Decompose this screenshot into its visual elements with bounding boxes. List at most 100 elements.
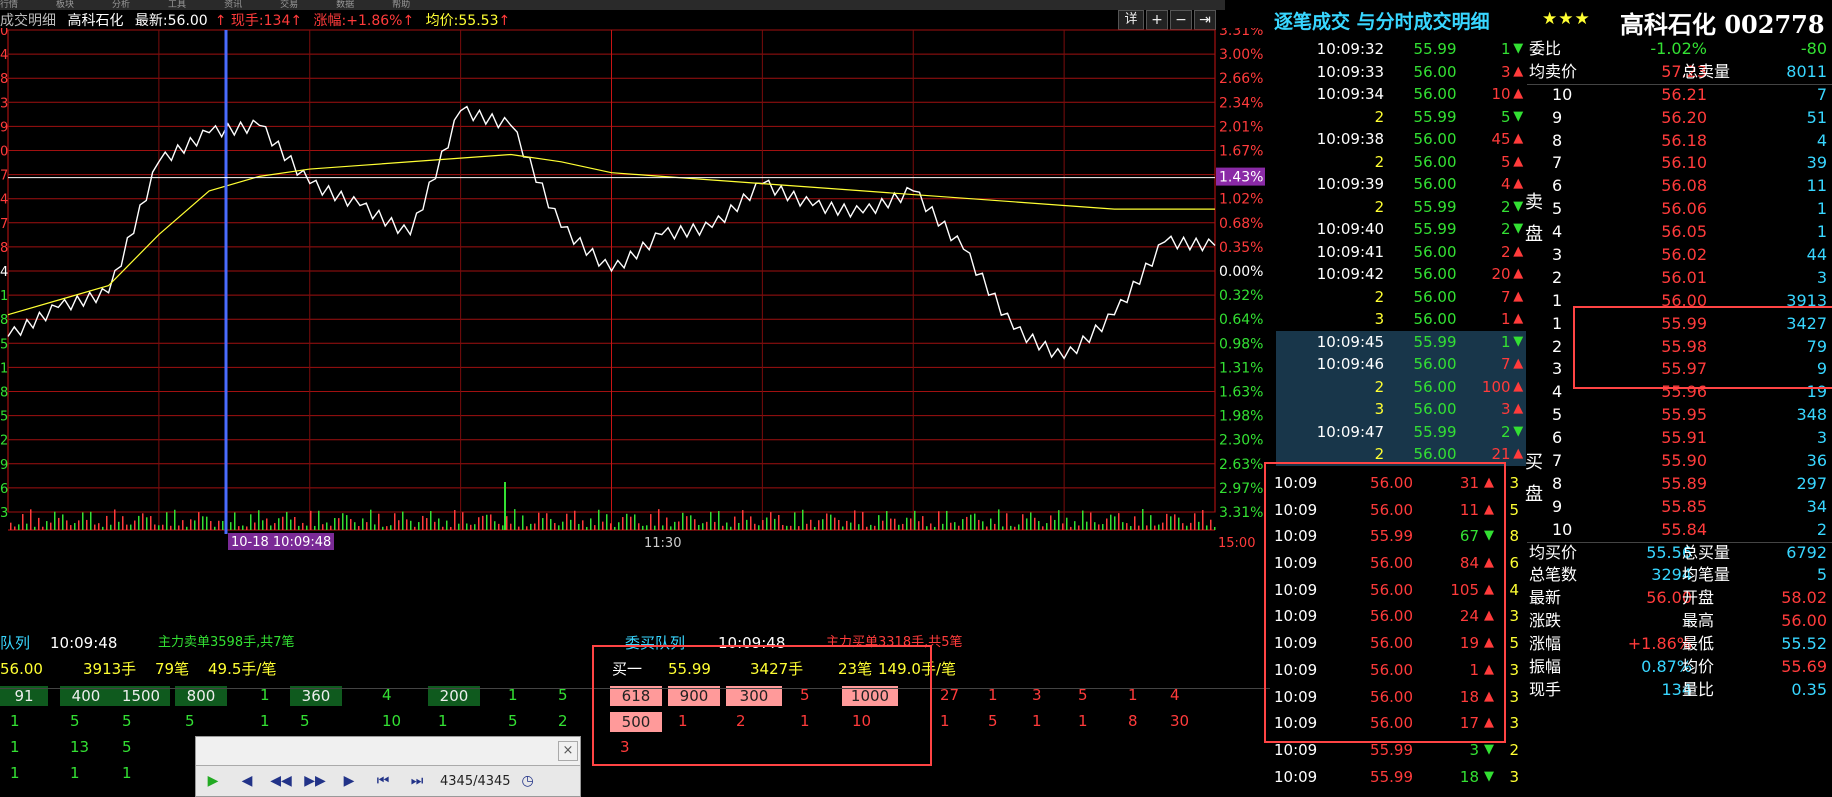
change-value: +1.86% bbox=[346, 13, 403, 29]
tick-list[interactable]: 10:09:32 55.99 1 ▼ 10:09:33 56.00 3 ▲ 10:09:34 56… bbox=[1276, 38, 1526, 466]
sell-queue-cell: 2 bbox=[558, 712, 568, 730]
zoom-in-icon[interactable]: + bbox=[1146, 10, 1168, 30]
tick-row[interactable]: 2 56.00 100 ▲ bbox=[1276, 375, 1526, 398]
tick-row[interactable]: 10:09:45 55.99 1 ▼ bbox=[1276, 330, 1526, 353]
pct-tick-label: 3.31% bbox=[1219, 505, 1263, 521]
rewind-icon[interactable]: ◀◀ bbox=[264, 773, 298, 789]
volume-bar bbox=[1162, 522, 1164, 530]
orderbook-row: 6 56.08 11 bbox=[1527, 175, 1832, 198]
tick-row[interactable]: 10:09:34 56.00 10 ▲ bbox=[1276, 83, 1526, 106]
play-icon[interactable]: ▶ bbox=[196, 773, 230, 789]
tick-row[interactable]: 2 56.00 7 ▲ bbox=[1276, 286, 1526, 309]
detail-button[interactable]: 详 bbox=[1118, 10, 1144, 30]
up-arrow-icon: ↑ bbox=[214, 13, 227, 29]
volume-bar bbox=[1146, 525, 1148, 530]
tick-row[interactable]: 10:09:40 55.99 2 ▼ bbox=[1276, 218, 1526, 241]
menu-item[interactable]: 资讯 bbox=[224, 0, 242, 10]
close-icon[interactable]: × bbox=[558, 741, 578, 761]
intraday-chart[interactable]: 3.31% 3.00% 2.66% 2.34% 2.01% 1.67% 1.43% 1.02%… bbox=[0, 28, 1272, 630]
tick-time: 2 bbox=[1374, 197, 1385, 216]
expand-icon[interactable]: ⇥ bbox=[1194, 10, 1216, 30]
last-frame-icon[interactable]: ⏭ bbox=[400, 773, 434, 789]
tick-row[interactable]: 10:09:41 56.00 2 ▲ bbox=[1276, 241, 1526, 264]
stat-value: - bbox=[1686, 611, 1692, 631]
orderbook-row: 7 56.10 39 bbox=[1527, 152, 1832, 175]
tick-row[interactable]: 10:09:39 56.00 4 ▲ bbox=[1276, 173, 1526, 196]
tick-row[interactable]: 10:09:32 55.99 1 ▼ bbox=[1276, 38, 1526, 61]
volume-bar bbox=[586, 526, 588, 530]
menu-item[interactable]: 板块 bbox=[56, 0, 74, 10]
tick-row[interactable]: 10:09:42 56.00 20 ▲ bbox=[1276, 263, 1526, 286]
tick-row[interactable]: 10:09:38 56.00 45 ▲ bbox=[1276, 128, 1526, 151]
weibi-diff: -80 bbox=[1800, 39, 1827, 58]
tick-row[interactable]: 10:09:47 55.99 2 ▼ bbox=[1276, 420, 1526, 443]
volume-bar bbox=[1194, 513, 1196, 530]
menu-item[interactable]: 分析 bbox=[112, 0, 130, 10]
tick-row[interactable]: 2 55.99 2 ▼ bbox=[1276, 196, 1526, 219]
volume-bar bbox=[826, 513, 828, 530]
volume-bar bbox=[882, 520, 884, 530]
volume-bar bbox=[722, 525, 724, 530]
volume-bar bbox=[194, 520, 196, 530]
minute-tick-row[interactable]: 10:09 55.99 18 ▼ 3 bbox=[1265, 764, 1525, 791]
volume-bar bbox=[142, 513, 144, 530]
buy-queue-cell: 5 bbox=[988, 712, 998, 730]
tick-price: 56.00 bbox=[1413, 265, 1457, 283]
volume-bar bbox=[706, 521, 708, 530]
pct-axis: 3.31% 3.00% 2.66% 2.34% 2.01% 1.67% 1.43% 1.02%… bbox=[1219, 28, 1263, 521]
tick-row[interactable]: 2 55.99 5 ▼ bbox=[1276, 106, 1526, 129]
volume-bar bbox=[1102, 524, 1104, 530]
volume-bar bbox=[810, 519, 812, 530]
volume-bar bbox=[786, 525, 788, 530]
volume-bar bbox=[434, 521, 436, 530]
sell-side-label: 卖 bbox=[1525, 192, 1543, 213]
volume-bar bbox=[674, 521, 676, 530]
tick-time: 10:09:38 bbox=[1316, 130, 1385, 148]
volume-bar bbox=[138, 515, 140, 530]
menu-item[interactable]: 行情 bbox=[0, 0, 18, 10]
volume-bar bbox=[1122, 522, 1124, 530]
clock-icon[interactable]: ◷ bbox=[511, 773, 545, 789]
up-arrow-icon: ▲ bbox=[1513, 401, 1524, 416]
menu-item[interactable]: 交易 bbox=[280, 0, 298, 10]
tick-volume: 20 bbox=[1491, 265, 1511, 283]
step-forward-icon[interactable]: ▶ bbox=[332, 773, 366, 789]
up-arrow-icon: ▲ bbox=[1513, 153, 1524, 169]
left-tick-label: 4 bbox=[0, 193, 8, 208]
sell-level: 1 bbox=[1552, 290, 1563, 310]
volume-bar bbox=[482, 515, 484, 530]
menu-item[interactable]: 数据 bbox=[336, 0, 354, 10]
tick-row[interactable]: 10:09:33 56.00 3 ▲ bbox=[1276, 61, 1526, 84]
first-frame-icon[interactable]: ⏮ bbox=[366, 773, 400, 789]
menu-item[interactable]: 帮助 bbox=[392, 0, 410, 10]
volume-bar bbox=[546, 513, 548, 530]
tick-time: 10:09:45 bbox=[1316, 332, 1385, 351]
tick-row[interactable]: 3 56.00 1 ▲ bbox=[1276, 308, 1526, 331]
volume-bar bbox=[930, 523, 932, 530]
orderbook-row: 涨幅 +1.86% 最低 55.52 bbox=[1527, 633, 1832, 656]
panel-title[interactable]: 成交明细 bbox=[0, 13, 56, 29]
tick-row[interactable]: 3 56.00 3 ▲ bbox=[1276, 398, 1526, 421]
left-tick-label: 3 bbox=[0, 506, 8, 521]
sell-level: 7 bbox=[1552, 153, 1563, 173]
tick-row[interactable]: 2 56.00 5 ▲ bbox=[1276, 151, 1526, 174]
tick-row[interactable]: 10:09:46 56.00 7 ▲ bbox=[1276, 353, 1526, 376]
volume-bar bbox=[854, 510, 856, 530]
volume-bar bbox=[286, 511, 288, 530]
menu-item[interactable]: 工具 bbox=[168, 0, 186, 10]
zoom-out-icon[interactable]: − bbox=[1170, 10, 1192, 30]
fast-forward-icon[interactable]: ▶▶ bbox=[298, 773, 332, 789]
pct-tick-label: 0.32% bbox=[1219, 288, 1263, 304]
volume-bar bbox=[742, 510, 744, 530]
up-arrow-icon: ▲ bbox=[1513, 86, 1524, 101]
orderbook-row: 9 56.20 51 bbox=[1527, 107, 1832, 130]
step-back-icon[interactable]: ◀ bbox=[230, 773, 264, 789]
volume-bar bbox=[946, 510, 948, 530]
volume-bar bbox=[922, 516, 924, 530]
volume-bar bbox=[46, 521, 48, 530]
tick-price: 55.99 bbox=[1413, 107, 1457, 126]
sell-queue-cell: 360 bbox=[290, 686, 342, 706]
tick-price: 55.99 bbox=[1413, 40, 1457, 58]
sell-queue-cell: 5 bbox=[70, 712, 80, 730]
highlight-box bbox=[1264, 462, 1506, 743]
